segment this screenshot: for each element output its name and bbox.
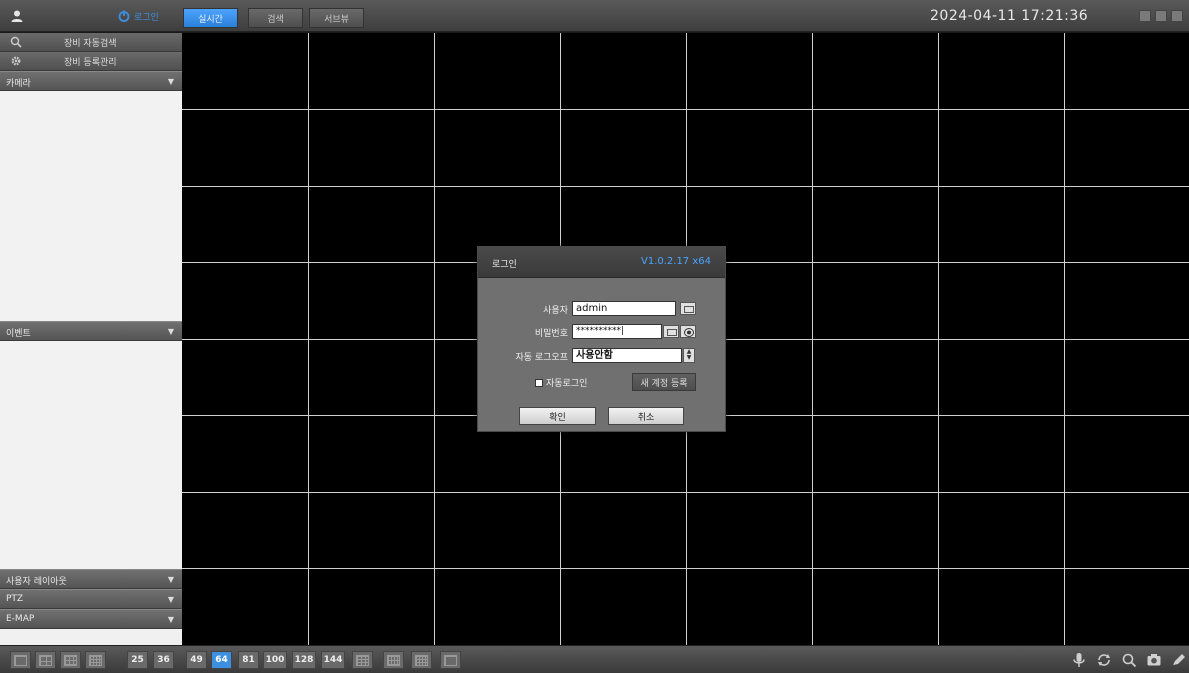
login-status-button[interactable]: 로그인 — [118, 9, 159, 23]
layout-64-button[interactable]: 64 — [211, 651, 232, 669]
event-list — [0, 341, 182, 569]
login-dialog: 로그인 V1.0.2.17 x64 사용자 admin 비밀번호 *******… — [477, 246, 726, 432]
tab-search-label: 검색 — [267, 14, 284, 25]
dialog-title-bar: 로그인 V1.0.2.17 x64 — [478, 247, 725, 278]
new-account-button[interactable]: 새 계정 등록 — [632, 373, 696, 391]
device-manage-button[interactable]: 장비 등록관리 — [0, 52, 182, 71]
layout-1-button[interactable] — [10, 651, 31, 669]
spinner-arrows-icon[interactable]: ▲ ▼ — [683, 348, 695, 363]
password-input[interactable]: **********| — [572, 324, 662, 339]
chevron-down-icon: ▼ — [167, 77, 174, 86]
autologin-label: 자동로그인 — [546, 379, 588, 389]
layout-49-button[interactable]: 49 — [186, 651, 207, 669]
cancel-button[interactable]: 취소 — [608, 407, 684, 425]
event-section-label: 이벤트 — [6, 329, 31, 339]
layout-grid-icon — [39, 654, 52, 666]
chevron-down-icon: ▼ — [167, 575, 174, 584]
autologoff-label: 자동 로그오프 — [515, 353, 568, 363]
user-icon[interactable] — [10, 9, 24, 23]
dialog-title: 로그인 — [492, 260, 517, 270]
chevron-down-icon: ▼ — [167, 327, 174, 336]
tab-live-label: 실시간 — [198, 14, 223, 25]
grid-line — [182, 568, 1189, 569]
chevron-down-icon: ▼ — [167, 595, 174, 604]
gear-icon — [11, 56, 21, 66]
ok-label: 확인 — [549, 412, 566, 423]
login-label: 로그인 — [134, 12, 159, 23]
cancel-label: 취소 — [637, 412, 655, 423]
version-label: V1.0.2.17 x64 — [640, 256, 711, 267]
top-bar: 로그인 실시간 검색 서브뷰 2024-04-11 17:21:36 — [0, 0, 1189, 32]
search-icon — [10, 36, 22, 48]
keyboard-icon[interactable] — [663, 325, 679, 338]
tab-live[interactable]: 실시간 — [183, 8, 238, 28]
auto-search-button[interactable]: 장비 자동검색 — [0, 33, 182, 52]
maximize-button[interactable] — [1155, 10, 1167, 22]
ptz-section-label: PTZ — [6, 594, 24, 604]
layout-custom-3-button[interactable] — [411, 651, 432, 669]
new-account-label: 새 계정 등록 — [640, 378, 688, 389]
tab-subview-label: 서브뷰 — [324, 14, 349, 25]
layout-4-button[interactable] — [35, 651, 56, 669]
layout-grid-icon — [387, 654, 400, 666]
camera-section-label: 카메라 — [6, 79, 31, 89]
fullscreen-button[interactable] — [440, 651, 461, 669]
layout-grid-icon — [415, 654, 428, 666]
ptz-section-header[interactable]: PTZ ▼ — [0, 589, 182, 609]
event-section-header[interactable]: 이벤트 ▼ — [0, 321, 182, 341]
layout-128-button[interactable]: 128 — [292, 651, 316, 669]
minimize-button[interactable] — [1139, 10, 1151, 22]
autologin-checkbox[interactable]: 자동로그인 — [535, 376, 587, 389]
zoom-icon[interactable] — [1121, 652, 1137, 668]
chevron-down-icon: ▼ — [167, 615, 174, 624]
layout-9-button[interactable] — [60, 651, 81, 669]
device-manage-label: 장비 등록관리 — [64, 58, 117, 68]
password-label: 비밀번호 — [534, 329, 568, 339]
user-input[interactable]: admin — [572, 301, 676, 316]
layout-100-button[interactable]: 100 — [263, 651, 287, 669]
layout-25-button[interactable]: 25 — [127, 651, 148, 669]
grid-line — [182, 186, 1189, 187]
user-label: 사용자 — [543, 306, 568, 316]
keyboard-icon[interactable] — [680, 302, 696, 315]
layout-custom-2-button[interactable] — [383, 651, 404, 669]
layout-16-button[interactable] — [85, 651, 106, 669]
refresh-icon[interactable] — [1096, 652, 1112, 668]
ok-button[interactable]: 확인 — [519, 407, 596, 425]
auto-search-label: 장비 자동검색 — [64, 39, 117, 49]
user-layout-section-header[interactable]: 사용자 레이아웃 ▼ — [0, 569, 182, 589]
emap-section-label: E-MAP — [6, 614, 35, 624]
emap-section-header[interactable]: E-MAP ▼ — [0, 609, 182, 629]
bottom-toolbar: 25 36 49 64 81 100 128 144 — [0, 645, 1189, 673]
pen-icon[interactable] — [1170, 652, 1186, 668]
layout-grid-icon — [14, 654, 27, 666]
layout-grid-icon — [64, 654, 77, 666]
layout-144-button[interactable]: 144 — [321, 651, 345, 669]
eye-icon[interactable] — [680, 325, 696, 338]
user-area: 로그인 — [0, 0, 182, 32]
layout-81-button[interactable]: 81 — [238, 651, 259, 669]
autologoff-select[interactable]: 사용안함 — [572, 348, 682, 363]
tab-subview[interactable]: 서브뷰 — [309, 8, 364, 28]
camera-section-header[interactable]: 카메라 ▼ — [0, 71, 182, 91]
checkbox-box[interactable] — [535, 378, 543, 387]
layout-grid-icon — [89, 654, 102, 666]
layout-custom-1-button[interactable] — [352, 651, 373, 669]
tab-search[interactable]: 검색 — [248, 8, 303, 28]
grid-line — [182, 492, 1189, 493]
power-icon — [118, 10, 130, 22]
user-layout-section-label: 사용자 레이아웃 — [6, 577, 67, 587]
grid-line — [182, 109, 1189, 110]
microphone-icon[interactable] — [1071, 652, 1087, 668]
camera-snapshot-icon[interactable] — [1146, 652, 1162, 668]
close-button[interactable] — [1171, 10, 1183, 22]
sidebar: 장비 자동검색 장비 등록관리 카메라 ▼ 이벤트 ▼ 사용자 레이아웃 ▼ P… — [0, 33, 182, 645]
camera-list — [0, 91, 182, 321]
datetime-display: 2024-04-11 17:21:36 — [930, 8, 1089, 24]
fullscreen-icon — [444, 654, 457, 666]
layout-grid-icon — [356, 654, 369, 666]
layout-36-button[interactable]: 36 — [153, 651, 174, 669]
